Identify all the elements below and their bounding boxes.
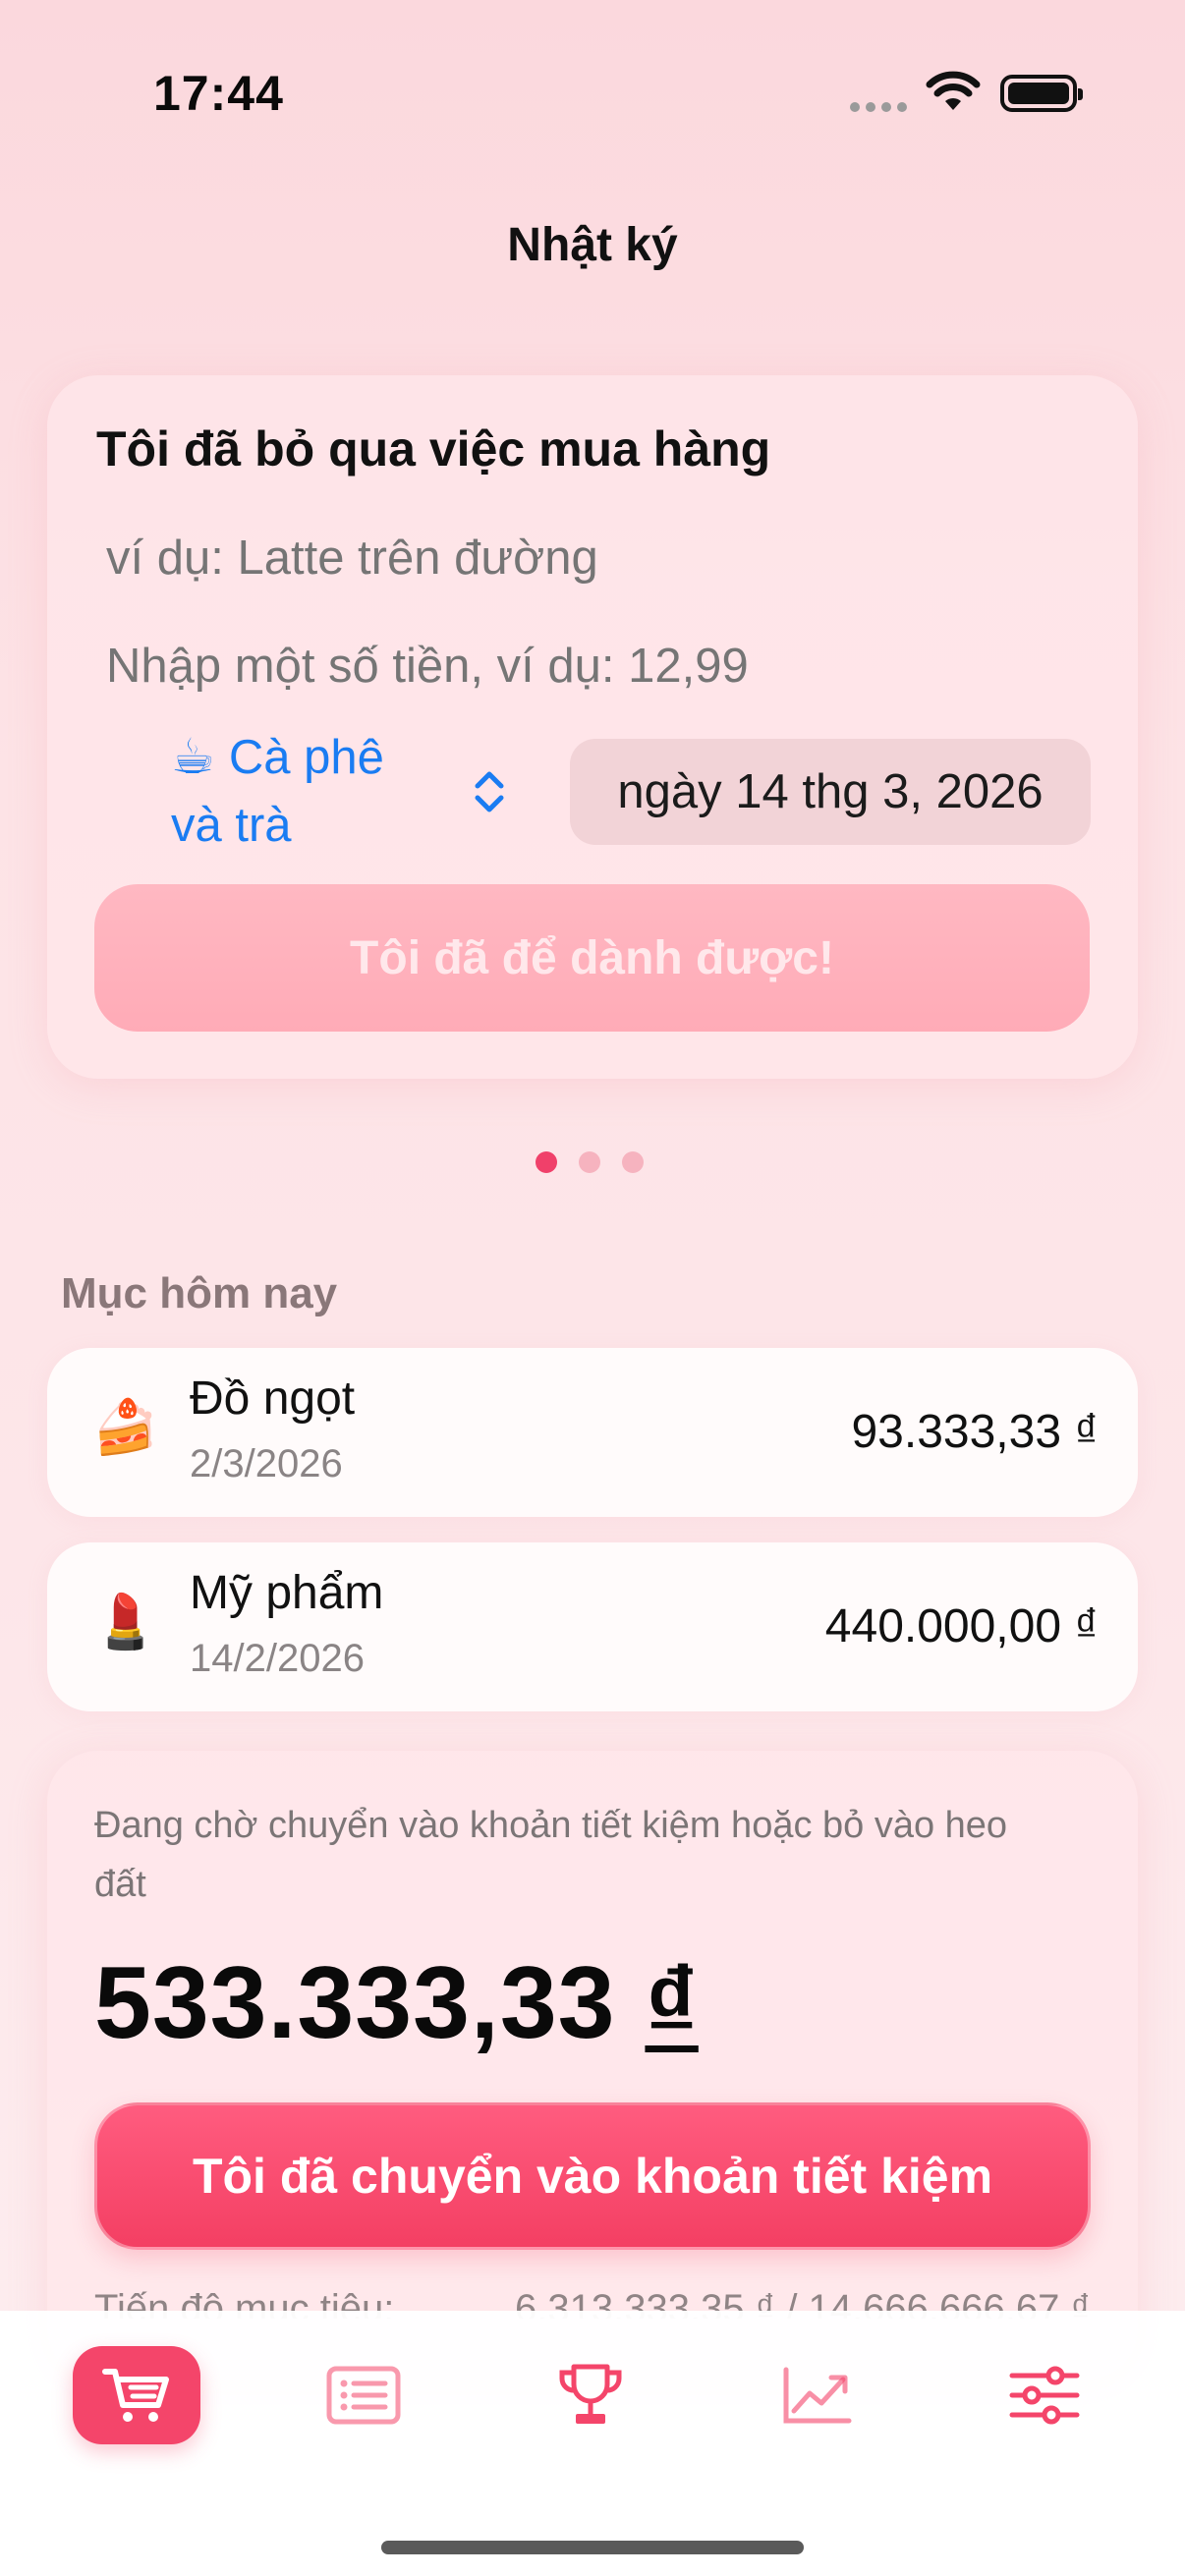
tab-stats[interactable] (754, 2346, 881, 2444)
page-dot-2[interactable] (579, 1151, 600, 1173)
date-picker[interactable]: ngày 14 thg 3, 2026 (570, 739, 1091, 845)
item-date: 14/2/2026 (190, 1637, 365, 1680)
chart-icon (783, 2367, 852, 2424)
chevron-up-down-icon[interactable] (470, 766, 509, 817)
page-dot-1[interactable] (536, 1151, 557, 1173)
list-item[interactable]: 🍰 Đồ ngọt 2/3/2026 93.333,33 ₫ (47, 1348, 1138, 1517)
page-title: Nhật ký (507, 219, 678, 271)
item-amount: 93.333,33 ₫ (851, 1406, 1099, 1458)
tab-log[interactable] (73, 2346, 200, 2444)
category-label-line1: Cà phê (228, 731, 384, 784)
item-name: Đồ ngọt (190, 1372, 356, 1425)
tab-settings[interactable] (981, 2346, 1108, 2444)
list-icon (326, 2366, 401, 2425)
trophy-icon (559, 2364, 622, 2424)
item-name: Mỹ phẩm (190, 1567, 384, 1619)
tab-history[interactable] (300, 2346, 427, 2444)
tab-goals[interactable] (527, 2346, 654, 2444)
item-name-input[interactable] (106, 527, 1069, 589)
cart-icon (102, 2369, 169, 2422)
amount-input[interactable] (106, 635, 1069, 698)
pending-amount-number: 533.333,33 (94, 1946, 616, 2060)
item-date: 2/3/2026 (190, 1442, 343, 1485)
cellular-signal-icon (850, 102, 907, 112)
page-dot-3[interactable] (622, 1151, 644, 1173)
saved-submit-button[interactable]: Tôi đã để dành được! (94, 884, 1090, 1032)
coffee-icon: ☕ (171, 729, 215, 784)
category-picker[interactable]: ☕ Cà phê và trà (171, 721, 495, 852)
status-time: 17:44 (153, 66, 284, 121)
wifi-icon (926, 71, 981, 110)
cake-icon: 🍰 (92, 1398, 159, 1457)
lipstick-icon: 💄 (92, 1593, 159, 1652)
transfer-to-savings-button[interactable]: Tôi đã chuyển vào khoản tiết kiệm (94, 2102, 1091, 2250)
battery-icon (1000, 75, 1083, 112)
currency-symbol: ₫ (645, 1946, 699, 2060)
item-amount: 440.000,00 ₫ (824, 1600, 1099, 1652)
page-indicator[interactable] (536, 1151, 644, 1173)
category-label-line2: và trà (171, 799, 292, 852)
sliders-icon (1009, 2366, 1080, 2425)
pending-amount: 533.333,33 ₫ (94, 1945, 699, 2062)
today-section-label: Mục hôm nay (61, 1269, 338, 1317)
entry-card-title: Tôi đã bỏ qua việc mua hàng (96, 421, 771, 476)
home-indicator[interactable] (381, 2541, 804, 2554)
list-item[interactable]: 💄 Mỹ phẩm 14/2/2026 440.000,00 ₫ (47, 1542, 1138, 1711)
pending-description: Đang chờ chuyển vào khoản tiết kiệm hoặc… (94, 1805, 1008, 1905)
